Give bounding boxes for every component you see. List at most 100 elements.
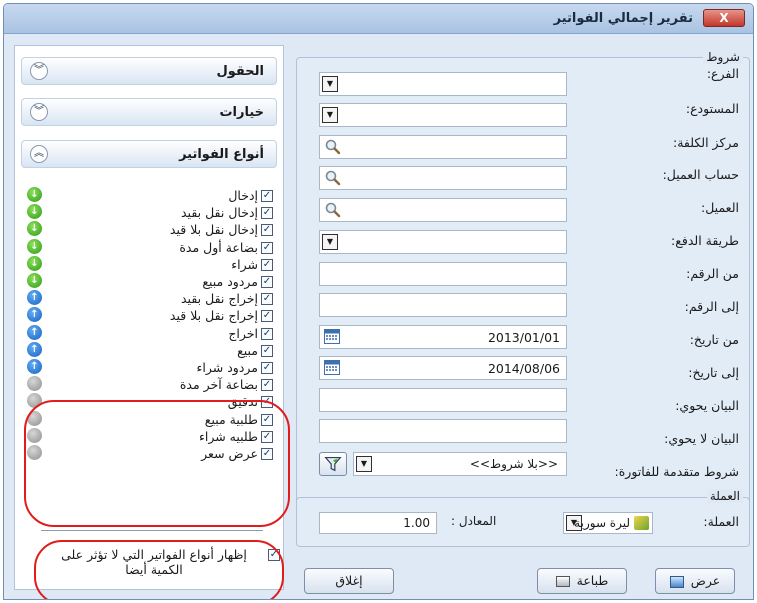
report-window: X تقرير إجمالي الفواتير شروط الفرع: ▼ ال… xyxy=(3,3,754,600)
to-number-field[interactable] xyxy=(319,293,567,317)
checkbox-checked-icon[interactable]: ✓ xyxy=(261,362,273,374)
checkbox-checked-icon[interactable]: ✓ xyxy=(261,241,273,254)
cost-center-label: مركز الكلفة: xyxy=(673,135,739,150)
advanced-conditions-label: شروط متقدمة للفاتورة: xyxy=(614,464,739,479)
chevron-down-icon[interactable]: ︾ xyxy=(30,62,48,80)
invoice-type-item[interactable]: ✓ شراء ↓ xyxy=(23,255,273,273)
payment-method-select[interactable]: ▼ xyxy=(319,230,567,254)
chevron-down-icon[interactable]: ▼ xyxy=(322,76,338,92)
currency-legend: العملة xyxy=(706,489,743,503)
search-icon[interactable] xyxy=(324,201,342,219)
description-contains-label: البيان يحوي: xyxy=(675,398,739,413)
to-date-field[interactable]: 2014/08/06 xyxy=(319,356,567,380)
invoice-type-label: إدخال xyxy=(228,188,258,203)
invoice-type-item[interactable]: ✓ إدخال ↓ xyxy=(23,187,273,204)
checkbox-checked-icon[interactable]: ✓ xyxy=(261,379,273,392)
checkbox-checked-icon[interactable]: ✓ xyxy=(261,190,273,202)
print-button[interactable]: طباعة xyxy=(537,568,627,594)
exchange-rate-label: المعادل : xyxy=(451,514,497,528)
customer-field[interactable] xyxy=(319,198,567,222)
options-section-header[interactable]: خيارات ︾ xyxy=(21,98,277,126)
invoice-type-item[interactable]: ✓ مبيع ↑ xyxy=(23,341,273,359)
invoice-type-label: إدخال نقل بقيد xyxy=(180,205,258,221)
title-bar: X تقرير إجمالي الفواتير xyxy=(4,4,753,34)
checkbox-checked-icon[interactable]: ✓ xyxy=(261,207,273,220)
highlight-oval xyxy=(24,400,290,527)
window-title: تقرير إجمالي الفواتير xyxy=(553,11,693,26)
invoice-type-label: اخراج xyxy=(228,325,258,341)
invoice-type-item[interactable]: ✓ مردود مبيع ↓ xyxy=(23,273,273,290)
advanced-conditions-value: <<بلا شروط>> xyxy=(469,457,558,471)
arrow-down-icon: ↓ xyxy=(27,273,42,288)
cost-center-field[interactable] xyxy=(319,135,567,159)
invoice-type-label: مبيع xyxy=(237,342,258,358)
customer-account-field[interactable] xyxy=(319,166,567,190)
warehouse-select[interactable]: ▼ xyxy=(319,103,567,127)
arrow-down-icon: ↓ xyxy=(27,187,42,202)
description-contains-field[interactable] xyxy=(319,388,567,412)
search-icon[interactable] xyxy=(324,138,342,156)
options-header-label: خيارات xyxy=(219,105,264,120)
print-button-label: طباعة xyxy=(576,573,609,588)
invoice-type-label: إخراج نقل بقيد xyxy=(181,291,258,307)
invoice-type-label: شراء xyxy=(231,256,258,272)
view-button[interactable]: عرض xyxy=(655,568,735,594)
invoice-type-label: إخراج نقل بلا قيد xyxy=(169,308,258,324)
close-window-button[interactable]: X xyxy=(703,9,745,27)
invoice-type-item[interactable]: ✓ بضاعة أول مدة ↓ xyxy=(23,238,273,256)
from-date-value: 2013/01/01 xyxy=(487,330,560,345)
checkbox-checked-icon[interactable]: ✓ xyxy=(261,310,273,323)
highlight-oval xyxy=(34,540,284,599)
close-button[interactable]: إغلاق xyxy=(304,568,394,594)
arrow-down-icon: ↓ xyxy=(27,221,42,237)
currency-select[interactable]: ▼ ليرة سورية xyxy=(563,512,653,534)
customer-label: العميل: xyxy=(701,200,739,215)
currency-label: العملة: xyxy=(703,514,739,529)
chevron-down-icon[interactable]: ▼ xyxy=(322,234,338,250)
description-not-contains-label: البيان لا يحوي: xyxy=(664,431,739,446)
invoice-type-item[interactable]: ✓ إخراج نقل بقيد ↑ xyxy=(23,290,273,307)
invoice-type-item[interactable]: ✓ إدخال نقل بقيد ↓ xyxy=(23,204,273,221)
conditions-legend: شروط xyxy=(703,50,743,64)
exchange-rate-field[interactable]: 1.00 xyxy=(319,512,437,534)
payment-method-label: طريقة الدفع: xyxy=(670,233,739,248)
calendar-icon[interactable] xyxy=(324,329,340,344)
invoice-type-label: إدخال نقل بلا قيد xyxy=(169,222,258,238)
money-icon xyxy=(634,516,649,530)
invoice-types-section-header[interactable]: أنواع الفواتير ︽ xyxy=(21,140,277,168)
invoice-type-item[interactable]: ✓ مردود شراء ↑ xyxy=(23,359,273,376)
invoice-type-item[interactable]: ✓ إخراج نقل بلا قيد ↑ xyxy=(23,307,273,324)
chevron-up-icon[interactable]: ︽ xyxy=(30,145,48,163)
invoice-type-item[interactable]: ✓ بضاعة آخر مدة xyxy=(23,376,273,393)
checkbox-checked-icon[interactable]: ✓ xyxy=(261,276,273,288)
fields-header-label: الحقول xyxy=(216,64,265,79)
funnel-icon xyxy=(324,456,342,472)
currency-value: ليرة سورية xyxy=(574,516,630,530)
checkbox-checked-icon[interactable]: ✓ xyxy=(261,224,273,237)
printer-icon xyxy=(555,576,570,587)
invoice-type-item[interactable]: ✓ إدخال نقل بلا قيد ↓ xyxy=(23,221,273,238)
invoice-type-item[interactable]: ✓ اخراج ↑ xyxy=(23,324,273,342)
filter-button[interactable] xyxy=(319,452,347,476)
body-area: شروط الفرع: ▼ المستودع: ▼ مركز الكلفة: ح… xyxy=(4,35,753,599)
advanced-conditions-select[interactable]: ▼ <<بلا شروط>> xyxy=(353,452,567,476)
from-number-field[interactable] xyxy=(319,262,567,286)
checkbox-checked-icon[interactable]: ✓ xyxy=(261,258,273,271)
gray-circle-icon xyxy=(27,376,42,392)
from-date-field[interactable]: 2013/01/01 xyxy=(319,325,567,349)
from-number-label: من الرقم: xyxy=(686,266,739,281)
monitor-icon xyxy=(669,575,684,588)
arrow-up-icon: ↑ xyxy=(27,359,42,374)
calendar-icon[interactable] xyxy=(324,360,340,375)
checkbox-checked-icon[interactable]: ✓ xyxy=(261,293,273,306)
description-not-contains-field[interactable] xyxy=(319,419,567,443)
checkbox-checked-icon[interactable]: ✓ xyxy=(261,327,273,340)
checkbox-checked-icon[interactable]: ✓ xyxy=(261,344,273,357)
arrow-up-icon: ↑ xyxy=(27,307,42,323)
branch-select[interactable]: ▼ xyxy=(319,72,567,96)
chevron-down-icon[interactable]: ︾ xyxy=(30,103,48,121)
chevron-down-icon[interactable]: ▼ xyxy=(356,456,372,472)
fields-section-header[interactable]: الحقول ︾ xyxy=(21,57,277,85)
chevron-down-icon[interactable]: ▼ xyxy=(322,107,338,123)
search-icon[interactable] xyxy=(324,169,342,187)
